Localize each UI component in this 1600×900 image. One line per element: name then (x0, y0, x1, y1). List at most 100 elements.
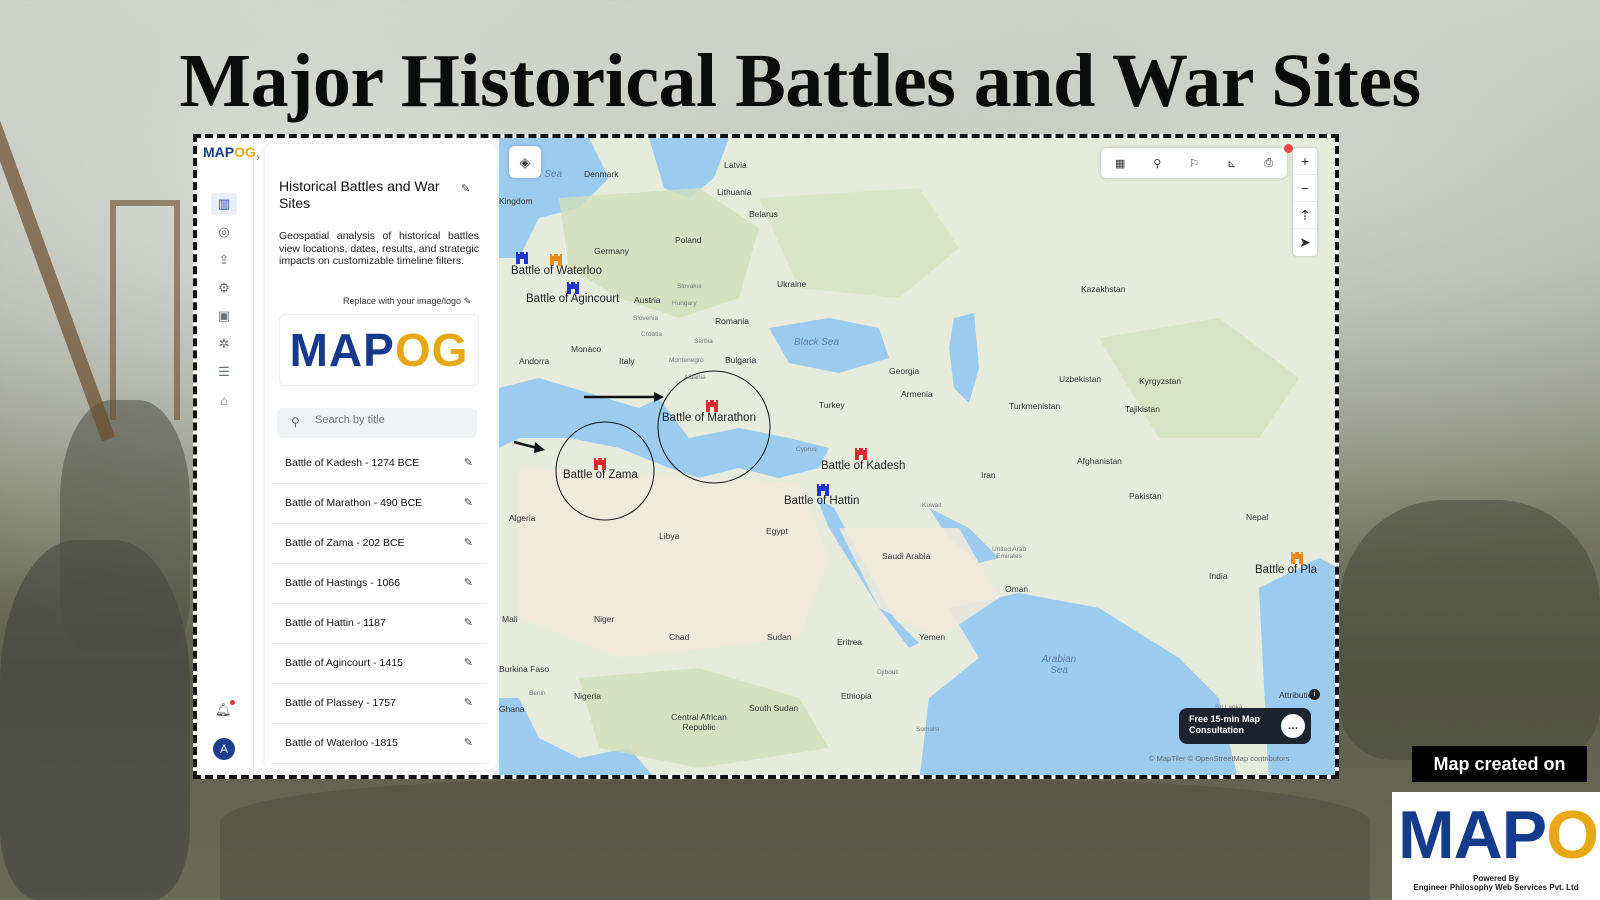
map-label: Lithuania (717, 187, 752, 197)
battle-marker-plassey[interactable] (1290, 548, 1304, 564)
page-title: Major Historical Battles and War Sites (179, 39, 1421, 123)
close-icon[interactable] (1284, 144, 1293, 153)
search-box[interactable]: ⚲ (277, 408, 477, 438)
background-catapult (110, 200, 180, 420)
battle-label: Battle of Hattin (784, 495, 860, 507)
map-label: Yemen (919, 632, 946, 642)
map-label: Slovakia (677, 283, 702, 290)
panel-title: Historical Battles and War Sites (279, 178, 440, 211)
layers-icon[interactable]: ◈ (509, 146, 541, 178)
pencil-icon[interactable]: ✎ (464, 536, 473, 549)
pin-icon[interactable]: ◎ (211, 221, 237, 243)
map-app-window: MAPOG ▥ ◎ ⇪ ⚙ ▣ ✲ ☰ ⌂ 🔔︎ A › Historical … (193, 134, 1339, 779)
battle-marker-hattin[interactable] (816, 480, 830, 496)
map-label: Eritrea (837, 637, 863, 647)
battle-label: Battle of Waterloo (511, 265, 602, 277)
pencil-icon[interactable]: ✎ (464, 696, 473, 709)
consultation-button[interactable]: Free 15-min Map Consultation … (1179, 708, 1311, 744)
mapog-badge-logo: MAPOG Powered ByEngineer Philosophy Web … (1392, 792, 1600, 900)
map-label: Italy (619, 356, 635, 366)
list-item[interactable]: Battle of Plassey - 1757 ✎ (271, 684, 487, 724)
map-label: Austria (634, 295, 661, 305)
list-item[interactable]: Battle of Agincourt - 1415 ✎ (271, 644, 487, 684)
created-on-label: Map created on (1412, 746, 1587, 782)
pencil-icon[interactable]: ✎ (464, 456, 473, 469)
list-item[interactable]: Battle of Kadesh - 1274 BCE ✎ (271, 444, 487, 484)
notification-dot (230, 700, 235, 705)
background-figure (1340, 500, 1600, 760)
map-label: Poland (675, 235, 702, 245)
battle-label: Battle of Marathon (662, 412, 756, 424)
location-icon[interactable]: ⚐ (1189, 157, 1199, 170)
pencil-icon[interactable]: ✎ (464, 736, 473, 749)
map-label: Nepal (1246, 512, 1269, 522)
search-icon[interactable]: ⚲ (1153, 157, 1161, 170)
pencil-icon: ✎ (463, 296, 472, 306)
battle-marker-hastings[interactable] (515, 248, 529, 264)
map-label: Pakistan (1129, 491, 1162, 501)
battle-marker-zama[interactable] (593, 454, 607, 470)
map-label: Georgia (889, 366, 920, 376)
replace-logo-link[interactable]: Replace with your image/logo ✎ (343, 296, 471, 307)
navigate-icon[interactable]: ➤ (1293, 229, 1317, 256)
list-item[interactable]: Battle of Zama - 202 BCE ✎ (271, 524, 487, 564)
map-label: Montenegro (669, 357, 704, 364)
battle-marker-agincourt[interactable] (566, 278, 580, 294)
zoom-in-button[interactable]: + (1293, 148, 1317, 175)
list-item[interactable]: Battle of Waterloo -1815 ✎ (271, 724, 487, 764)
compass-icon[interactable]: ⇡ (1293, 202, 1317, 229)
settings-icon[interactable]: ✲ (211, 333, 237, 355)
list-item[interactable]: Battle of Marathon - 490 BCE ✎ (271, 484, 487, 524)
print-icon[interactable]: ⎙ (1264, 157, 1273, 170)
map-label: Niger (594, 614, 615, 624)
panel-description: Geospatial analysis of historical battle… (279, 230, 479, 267)
map-label: Turkey (819, 400, 845, 410)
pencil-icon[interactable]: ✎ (464, 576, 473, 589)
map-label: India (1209, 571, 1228, 581)
map-label: Mali (502, 614, 518, 624)
pencil-icon[interactable]: ✎ (464, 656, 473, 669)
search-input[interactable] (315, 414, 465, 426)
list-item[interactable]: Battle of Hattin - 1187 ✎ (271, 604, 487, 644)
map-canvas[interactable]: Denmark Latvia Lithuania Belarus Poland … (499, 138, 1335, 775)
sea-label: Black Sea (794, 337, 840, 348)
pencil-icon[interactable]: ✎ (464, 616, 473, 629)
background-catapult (0, 98, 116, 442)
measure-icon[interactable]: ⊾ (1227, 157, 1236, 170)
map-label: Afghanistan (1077, 456, 1122, 466)
map-label: Nigeria (574, 691, 601, 701)
map-base (499, 138, 1335, 775)
info-icon[interactable]: i (1309, 689, 1320, 700)
battle-marker-marathon[interactable] (705, 396, 719, 412)
chevron-right-icon[interactable]: › (256, 150, 260, 164)
map-label: Ghana (499, 704, 525, 714)
map-label: Ukraine (777, 279, 807, 289)
map-view-icon[interactable]: ▦ (1115, 157, 1125, 170)
map-label: Belarus (749, 209, 778, 219)
powered-by-text: Powered By (1473, 874, 1519, 883)
image-icon[interactable]: ▣ (211, 305, 237, 327)
map-label: Monaco (571, 344, 602, 354)
map-label: Bulgaria (725, 355, 757, 365)
bell-icon[interactable]: 🔔︎ (215, 702, 232, 718)
avatar[interactable]: A (213, 738, 235, 760)
map-label: Kuwait (922, 502, 942, 509)
map-label: Croatia (641, 331, 662, 338)
gear-icon[interactable]: ⚙ (211, 277, 237, 299)
report-icon[interactable]: ☰ (211, 361, 237, 383)
map-label: Egypt (766, 526, 788, 536)
zoom-out-button[interactable]: − (1293, 175, 1317, 202)
battle-label: Battle of Kadesh (821, 460, 906, 472)
battle-label: Battle of Pla (1255, 564, 1318, 576)
map-label: Kingdom (499, 196, 533, 206)
upload-icon[interactable]: ⇪ (211, 249, 237, 271)
map-icon[interactable]: ▥ (211, 193, 237, 215)
battle-marker-waterloo[interactable] (549, 250, 563, 266)
battle-marker-kadesh[interactable] (854, 444, 868, 460)
map-label: South Sudan (749, 703, 799, 713)
list-item[interactable]: Battle of Hastings - 1066 ✎ (271, 564, 487, 604)
pencil-icon[interactable]: ✎ (464, 496, 473, 509)
map-label: Serbia (694, 338, 713, 345)
user-pin-icon[interactable]: ⌂ (211, 389, 237, 411)
pencil-icon[interactable]: ✎ (461, 182, 470, 195)
